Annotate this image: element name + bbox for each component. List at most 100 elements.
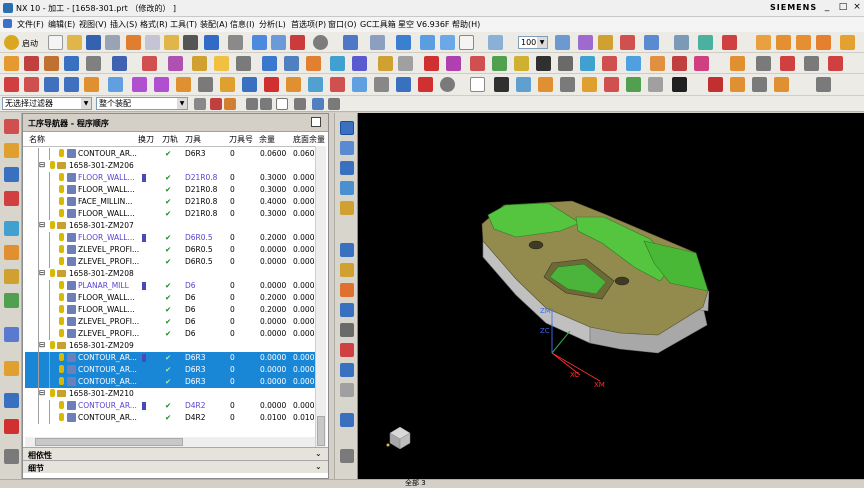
menu-info[interactable]: 信息(I): [230, 19, 255, 30]
pattern-icon[interactable]: [650, 56, 665, 71]
create-tool-icon[interactable]: [24, 56, 39, 71]
system-materials-icon[interactable]: [4, 361, 19, 376]
datum-plane-icon[interactable]: [108, 77, 123, 92]
part-cube-4-icon[interactable]: [816, 35, 831, 50]
menu-view[interactable]: 视图(V): [79, 19, 107, 30]
show-hide-icon[interactable]: [328, 98, 340, 110]
trim-icon[interactable]: [580, 56, 595, 71]
menu-window[interactable]: 窗口(O): [328, 19, 357, 30]
horizontal-scrollbar[interactable]: [25, 437, 315, 447]
shaded-cube-icon[interactable]: [396, 35, 411, 50]
hole-icon[interactable]: [378, 56, 393, 71]
replace-face-icon[interactable]: [418, 77, 433, 92]
sheet-icon[interactable]: [262, 56, 277, 71]
save-as-icon[interactable]: [105, 35, 120, 50]
split-body-icon[interactable]: [330, 77, 345, 92]
view-filter-icon[interactable]: [312, 98, 324, 110]
part-cube-5-icon[interactable]: [840, 35, 855, 50]
assembly-navigator-icon[interactable]: [4, 191, 19, 206]
menu-icon[interactable]: [3, 19, 12, 28]
zoom-select[interactable]: 100 ▼: [518, 36, 548, 49]
collapse-toggle-icon[interactable]: ⊟: [39, 268, 45, 277]
shell-icon[interactable]: [264, 77, 279, 92]
delete-operation-icon[interactable]: [340, 343, 354, 357]
hexagon-icon[interactable]: [374, 77, 389, 92]
edit-object-icon[interactable]: [284, 56, 299, 71]
machine-view-icon[interactable]: [340, 161, 354, 175]
feature-icon[interactable]: [306, 56, 321, 71]
background-icon[interactable]: [459, 35, 474, 50]
view-orient-icon[interactable]: [420, 35, 435, 50]
menu-analysis[interactable]: 分析(L): [259, 19, 286, 30]
operation-row[interactable]: FLOOR_WALL... ✔ D6 0 0.2000 0.0000: [25, 304, 319, 316]
shop-docs-icon[interactable]: [236, 56, 251, 71]
hscroll-thumb[interactable]: [35, 438, 183, 446]
program-view-icon[interactable]: [340, 201, 354, 215]
menu-help[interactable]: 帮助(H): [452, 19, 480, 30]
menu-tools[interactable]: 工具(T): [170, 19, 197, 30]
render-style-icon[interactable]: [370, 35, 385, 50]
post-process-icon[interactable]: [214, 56, 229, 71]
camera-icon[interactable]: [672, 77, 687, 92]
operation-row[interactable]: FLOOR_WALL... ✔ D21R0.8 0 0.3000 0.0000: [25, 184, 319, 196]
minimize-button[interactable]: _: [822, 2, 832, 14]
rename-operation-icon[interactable]: [340, 323, 354, 337]
select-all-icon[interactable]: [224, 98, 236, 110]
measure-distance-icon[interactable]: [674, 35, 689, 50]
snap-mid-icon[interactable]: [260, 98, 272, 110]
collapse-toggle-icon[interactable]: ⊟: [39, 388, 45, 397]
history-icon[interactable]: [4, 327, 19, 342]
command-finder-icon[interactable]: [290, 35, 305, 50]
boss-icon[interactable]: [398, 56, 413, 71]
paste-operation-icon[interactable]: [340, 303, 354, 317]
magnifier-icon[interactable]: [313, 35, 328, 50]
start-label[interactable]: 启动: [22, 38, 38, 49]
fit-view-icon[interactable]: [343, 35, 358, 50]
roles-icon[interactable]: [4, 449, 19, 464]
save-icon[interactable]: [86, 35, 101, 50]
explode-icon[interactable]: [538, 77, 553, 92]
clip-icon[interactable]: [582, 77, 597, 92]
snap-point-icon[interactable]: [598, 35, 613, 50]
trim-body-icon[interactable]: [352, 77, 367, 92]
menu-edit[interactable]: 编辑(E): [48, 19, 75, 30]
create-geometry-icon[interactable]: [44, 56, 59, 71]
operation-row[interactable]: FLOOR_WALL... ✔ D21R0.8 0 0.3000 0.0000: [25, 172, 319, 184]
column-name[interactable]: 名称: [29, 134, 45, 146]
name-tag-icon[interactable]: [470, 77, 485, 92]
section-icon[interactable]: [560, 77, 575, 92]
thicken-icon[interactable]: [308, 77, 323, 92]
orient-icon[interactable]: [84, 77, 99, 92]
machine-tool-navigator-icon[interactable]: [4, 143, 19, 158]
operation-row[interactable]: CONTOUR_AR... ✔ D6R3 0 0.0000 0.0000: [25, 376, 319, 388]
column-toolpath[interactable]: 刀轨: [162, 134, 178, 146]
polygon-icon[interactable]: [514, 56, 529, 71]
menu-xingkong[interactable]: 星空 V6.936F: [398, 19, 450, 30]
text-icon[interactable]: [536, 56, 551, 71]
note-icon[interactable]: [516, 77, 531, 92]
close-button[interactable]: ×: [852, 2, 862, 14]
menu-insert[interactable]: 插入(S): [110, 19, 137, 30]
program-group-row[interactable]: ⊟ 1658-301-ZM206: [25, 160, 316, 172]
part-cube-3-icon[interactable]: [796, 35, 811, 50]
part-navigator-icon[interactable]: [4, 167, 19, 182]
open-folder-icon[interactable]: [67, 35, 82, 50]
rotate-icon[interactable]: [604, 77, 619, 92]
collapse-toggle-icon[interactable]: ⊟: [39, 220, 45, 229]
blend-icon[interactable]: [672, 56, 687, 71]
operation-row[interactable]: CONTOUR_AR... ✔ D6R3 0 0.0000 0.0000: [25, 352, 319, 364]
operation-row[interactable]: FLOOR_WALL... ✔ D6 0 0.2000 0.0000: [25, 292, 319, 304]
maximize-panel-icon[interactable]: [311, 117, 321, 127]
part-model[interactable]: ZM ZC XC XM: [358, 113, 864, 479]
snap-grid-icon[interactable]: [276, 98, 288, 110]
touch-mode-icon[interactable]: [271, 35, 286, 50]
scroll-thumb[interactable]: [317, 416, 325, 446]
zoom-icon[interactable]: [648, 77, 663, 92]
point-icon[interactable]: [176, 77, 191, 92]
menu-assembly[interactable]: 装配(A): [200, 19, 228, 30]
menu-gc-toolbox[interactable]: GC工具箱: [360, 19, 396, 30]
constraint-navigator-icon[interactable]: [4, 221, 19, 236]
datum-csys-icon[interactable]: [154, 77, 169, 92]
operation-navigator-tab-icon[interactable]: [4, 119, 19, 134]
maximize-button[interactable]: □: [838, 2, 848, 14]
